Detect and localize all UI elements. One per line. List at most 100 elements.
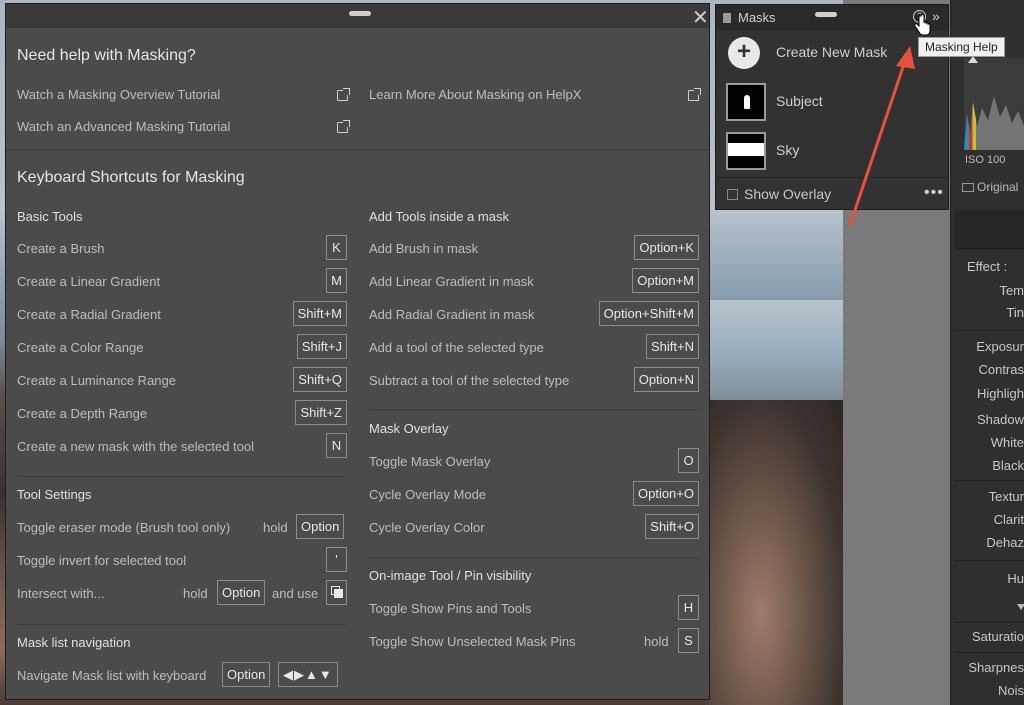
dialog-titlebar: [6, 4, 709, 28]
annotation-arrow: [848, 46, 915, 227]
slider-label: Highligh: [977, 386, 1024, 401]
shortcut-label: Subtract a tool of the selected type: [369, 373, 570, 388]
external-link-icon[interactable]: [337, 120, 350, 133]
mask-item-subject[interactable]: Subject: [776, 93, 823, 109]
slider-label: Exposur: [976, 339, 1024, 354]
shortcut-label: Create a new mask with the selected tool: [17, 439, 255, 454]
hand-cursor-icon: [914, 14, 931, 36]
shortcut-key: Option: [217, 580, 266, 605]
panel-divider: [955, 652, 1024, 653]
original-label: Original: [977, 180, 1019, 194]
shortcut-label: Create a Linear Gradient: [17, 274, 161, 289]
shortcut-label: Cycle Overlay Color: [369, 520, 485, 535]
shortcut-key: Option: [296, 514, 345, 539]
intersect-key: [326, 580, 347, 605]
effect-label: Effect :: [967, 259, 1008, 274]
slider-label: Shadow: [977, 412, 1024, 427]
close-icon[interactable]: ✕: [692, 5, 709, 30]
link-advanced-tutorial[interactable]: Watch an Advanced Masking Tutorial: [17, 119, 230, 134]
shortcut-label: Toggle Mask Overlay: [369, 454, 491, 469]
slider-label: Tin: [1006, 305, 1024, 320]
shortcut-key: ': [326, 547, 347, 572]
shortcut-label: Add Brush in mask: [369, 241, 479, 256]
shortcuts-title: Keyboard Shortcuts for Masking: [17, 169, 245, 186]
panel-divider-block: [955, 210, 1024, 250]
slider-label: Nois: [997, 683, 1024, 698]
shortcut-key: H: [678, 595, 699, 620]
shortcut-key: Option+N: [633, 367, 699, 392]
intersect-overlap-icon: [334, 589, 343, 598]
external-link-icon[interactable]: [337, 88, 350, 101]
subject-mask-thumbnail[interactable]: [726, 83, 766, 121]
arrow-keys: ◀▶▲▼: [278, 662, 338, 687]
shortcut-key: Option+O: [632, 481, 699, 506]
slider-label: White: [990, 435, 1024, 450]
pin-visibility-heading: On-image Tool / Pin visibility: [369, 568, 532, 583]
shortcut-key: K: [326, 235, 347, 260]
create-new-mask-button[interactable]: +: [728, 37, 760, 69]
shortcut-key: S: [678, 628, 699, 653]
shortcut-label: Add Linear Gradient in mask: [369, 274, 534, 289]
panel-divider: [955, 330, 1024, 331]
shortcut-key: Shift+N: [646, 334, 699, 359]
slider-label: Black: [992, 458, 1024, 473]
tool-settings-heading: Tool Settings: [17, 487, 92, 502]
shortcut-label: Add a tool of the selected type: [369, 340, 544, 355]
and-use-label: and use: [272, 586, 319, 601]
masking-help-dialog: ✕ Need help with Masking? Watch a Maskin…: [5, 3, 710, 700]
shortcut-key: Option+Shift+M: [598, 301, 699, 326]
shortcut-label: Create a Luminance Range: [17, 373, 176, 388]
expand-chevrons-icon[interactable]: »: [932, 8, 940, 24]
mask-list-heading: Mask list navigation: [17, 635, 131, 650]
slider-label: Contras: [978, 362, 1024, 377]
panel-divider: [955, 248, 1024, 249]
shortcut-key: Shift+Z: [295, 400, 347, 425]
hue-dropdown-icon[interactable]: [1017, 604, 1024, 610]
hold-label: hold: [183, 586, 208, 601]
panel-square-icon: [723, 13, 731, 23]
histogram: [964, 58, 1024, 150]
sky-mask-thumbnail[interactable]: [726, 132, 766, 170]
original-checkbox-icon: [962, 183, 974, 193]
shortcut-label: Add Radial Gradient in mask: [369, 307, 535, 322]
photo-rocks: [705, 400, 845, 705]
shortcut-key: Shift+M: [292, 301, 347, 326]
shortcut-key: Shift+Q: [293, 367, 347, 392]
shortcut-label: Toggle Show Unselected Mask Pins: [369, 634, 576, 649]
shortcut-label: Toggle Show Pins and Tools: [369, 601, 532, 616]
slider-label: Dehaz: [986, 535, 1024, 550]
basic-tools-heading: Basic Tools: [17, 209, 83, 224]
slider-label: Saturatio: [971, 629, 1024, 644]
original-toggle[interactable]: Original: [962, 180, 1018, 194]
panel-divider: [955, 622, 1024, 623]
masking-help-tooltip: Masking Help: [918, 37, 1005, 57]
show-overlay-checkbox[interactable]: [727, 189, 738, 200]
shortcut-key: Shift+J: [296, 334, 347, 359]
shortcut-label: Create a Brush: [17, 241, 105, 256]
divider: [17, 624, 347, 625]
slider-label: Clarit: [993, 512, 1024, 527]
shortcut-label: Create a Color Range: [17, 340, 144, 355]
shortcut-label: Intersect with...: [17, 586, 105, 601]
divider: [369, 409, 699, 410]
dialog-grip-icon[interactable]: [349, 11, 371, 16]
mask-overlay-heading: Mask Overlay: [369, 421, 449, 436]
link-overview-tutorial[interactable]: Watch a Masking Overview Tutorial: [17, 87, 220, 102]
shortcut-key: Shift+O: [645, 514, 699, 539]
external-link-icon[interactable]: [688, 88, 701, 101]
panel-grip-icon[interactable]: [815, 12, 837, 17]
histogram-clipping-marker[interactable]: [968, 56, 978, 63]
shortcut-key: Option+K: [634, 235, 699, 260]
shortcut-label: Create a Radial Gradient: [17, 307, 161, 322]
add-tools-heading: Add Tools inside a mask: [369, 209, 509, 224]
shortcut-key: Option+M: [632, 268, 699, 293]
mask-item-sky[interactable]: Sky: [776, 142, 799, 158]
divider: [17, 476, 347, 477]
divider: [369, 557, 699, 558]
link-helpx[interactable]: Learn More About Masking on HelpX: [369, 87, 581, 102]
hold-label: hold: [644, 634, 669, 649]
show-overlay-label[interactable]: Show Overlay: [744, 186, 831, 202]
panel-divider: [955, 560, 1024, 561]
more-options-icon[interactable]: •••: [924, 184, 944, 202]
slider-label: Sharpnes: [968, 660, 1024, 675]
